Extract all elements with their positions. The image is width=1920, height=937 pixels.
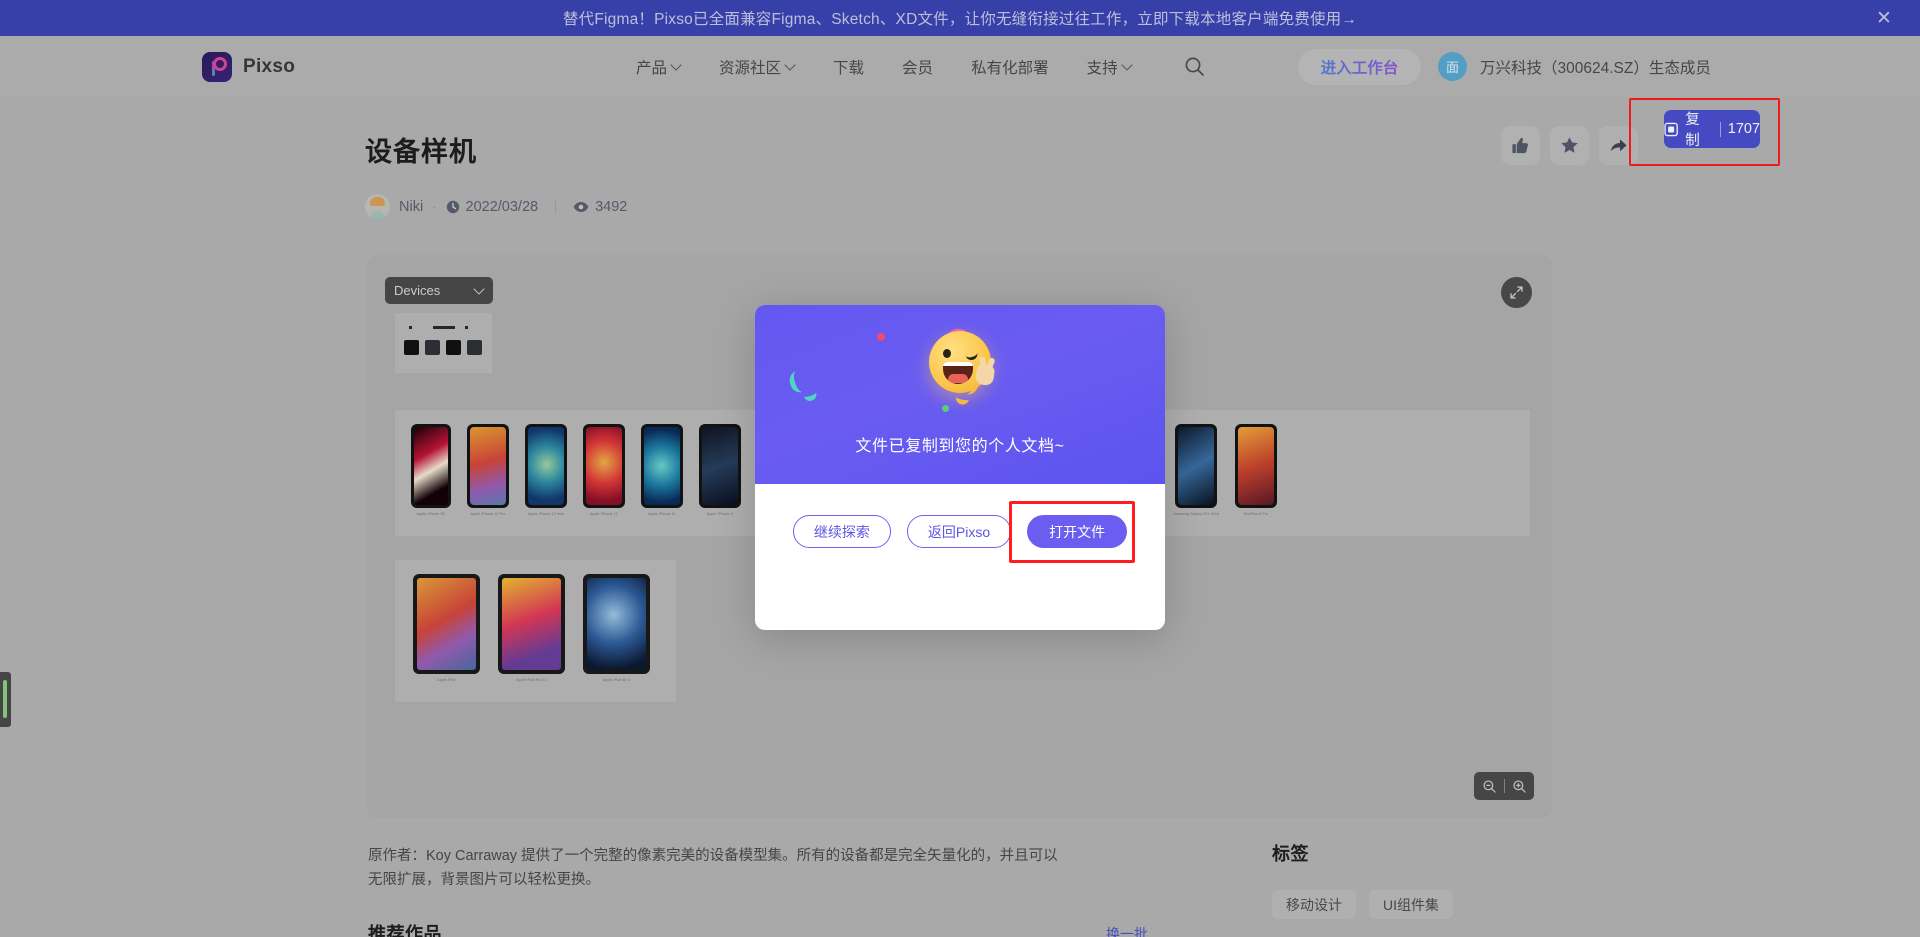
celebration-illustration (755, 326, 1165, 419)
continue-explore-button[interactable]: 继续探索 (792, 515, 891, 548)
dialog-actions: 继续探索 返回Pixso 打开文件 (755, 501, 1165, 563)
confetti-dot-icon (942, 405, 949, 412)
victory-hand-icon (974, 363, 996, 387)
dialog-message: 文件已复制到您的个人文档~ (855, 438, 1065, 455)
dialog-header: 文件已复制到您的个人文档~ (755, 305, 1165, 484)
open-file-button[interactable]: 打开文件 (1027, 515, 1128, 548)
confetti-dot-icon (877, 333, 885, 341)
winking-face-emoji (929, 331, 996, 393)
copy-success-dialog: 文件已复制到您的个人文档~ 继续探索 返回Pixso 打开文件 (755, 305, 1165, 630)
confetti-squiggle-icon (786, 369, 810, 395)
dialog-body: 继续探索 返回Pixso 打开文件 (755, 484, 1165, 630)
back-to-pixso-button[interactable]: 返回Pixso (906, 515, 1012, 548)
